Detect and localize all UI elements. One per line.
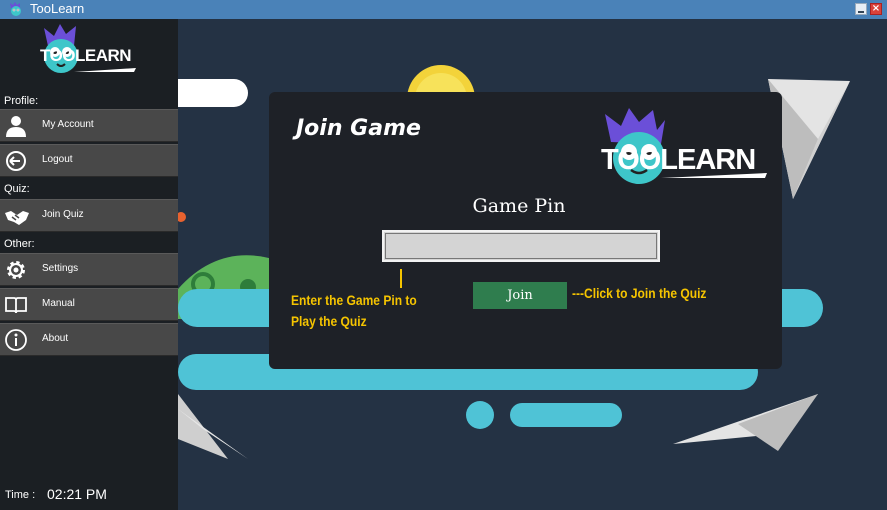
time-value: 02:21 PM [47,486,107,502]
nav-join-quiz[interactable]: Join Quiz [0,199,178,232]
nav-about-label: About [42,333,69,344]
nav-manual[interactable]: Manual [0,288,178,321]
handshake-icon [4,204,29,228]
gear-icon [4,258,28,282]
nav-settings-label: Settings [42,263,79,274]
nav-logout-label: Logout [42,154,73,165]
join-game-title: Join Game [296,116,421,141]
close-button[interactable]: × [870,3,882,15]
sidebar: TOOLEARN Profile: My Account Logout Quiz… [0,19,178,510]
logout-icon [4,149,28,173]
join-game-panel: Join Game TOOLEARN Game Pin Enter the Ga… [269,92,782,369]
game-pin-hint: Enter the Game Pin to Play the Quiz [291,292,417,329]
join-button[interactable]: Join [473,282,567,309]
title-bar: TooLearn × [0,0,887,19]
section-label-quiz: Quiz: [4,183,30,195]
app-logo-icon [8,1,24,21]
panel-logo-text: TOOLEARN [601,144,756,176]
nav-settings[interactable]: Settings [0,253,178,286]
pin-pointer-line [400,269,402,288]
section-label-profile: Profile: [4,95,39,107]
panel-logo: TOOLEARN [599,106,774,198]
time-label: Time : [5,489,36,501]
nav-logout[interactable]: Logout [0,144,178,177]
info-icon [4,328,28,352]
nav-manual-label: Manual [42,298,75,309]
nav-my-account[interactable]: My Account [0,109,178,142]
sidebar-logo-text: TOOLEARN [40,46,132,65]
minimize-button[interactable] [855,3,867,15]
nav-join-quiz-label: Join Quiz [42,209,84,220]
game-pin-label: Game Pin [472,195,566,217]
sidebar-logo: TOOLEARN [38,24,142,84]
game-pin-input[interactable] [382,230,660,262]
section-label-other: Other: [4,238,35,250]
nav-my-account-label: My Account [42,119,94,130]
book-icon [4,293,28,317]
user-icon [4,114,28,138]
join-button-hint: ---Click to Join the Quiz [572,285,707,301]
nav-about[interactable]: About [0,323,178,356]
window-title: TooLearn [30,1,85,16]
